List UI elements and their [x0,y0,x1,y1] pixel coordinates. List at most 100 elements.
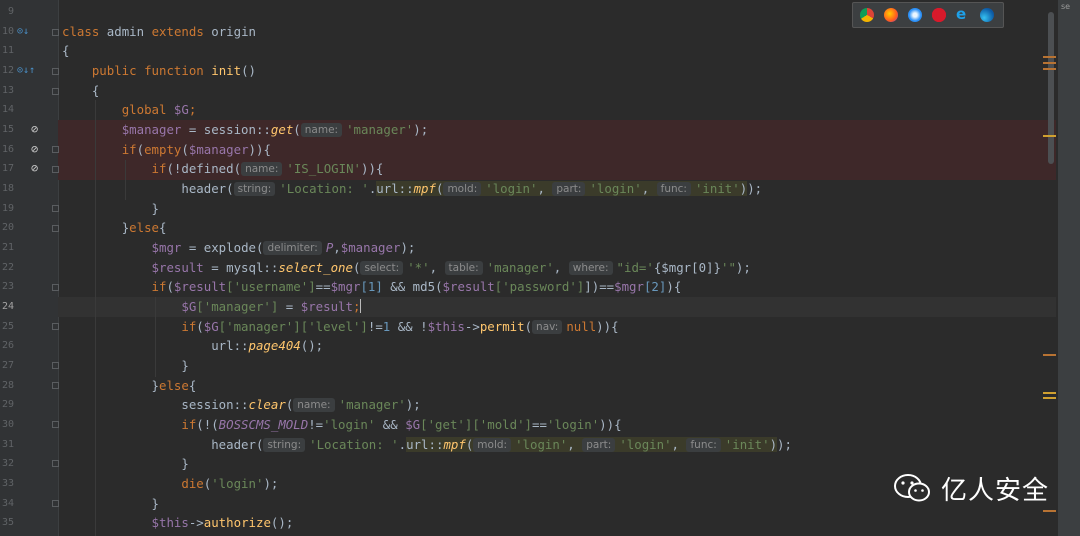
fold-marker-icon[interactable] [52,146,59,153]
line-number: 30 [1,419,14,430]
fold-marker-icon[interactable] [52,166,59,173]
code-line-21[interactable]: $mgr = explode(delimiter: P,$manager); [62,238,415,258]
code-line-15[interactable]: $manager = session::get(name:'manager'); [62,120,428,140]
right-tool-strip[interactable] [1057,0,1080,536]
warning-marker[interactable] [1043,510,1056,512]
edge-icon[interactable] [980,8,994,22]
line-number: 10 [1,26,14,37]
warning-marker[interactable] [1043,56,1056,58]
watermark: 亿人安全 [893,470,1049,506]
fold-marker-icon[interactable] [52,68,59,75]
browser-preview-toolbar: e [852,2,1004,28]
fold-marker-icon[interactable] [52,460,59,467]
line-number: 12 [1,65,14,76]
line-number: 33 [1,478,14,489]
code-line-22[interactable]: $result = mysql::select_one(select: '*', … [62,258,751,278]
line-number-current: 24 [1,301,14,312]
warning-marker[interactable] [1043,392,1056,394]
warning-marker[interactable] [1043,62,1056,64]
param-hint: nav: [532,320,563,334]
code-line-32[interactable]: } [62,454,188,474]
line-number: 23 [1,281,14,292]
disabled-breakpoint-icon[interactable]: ⊘ [31,162,38,174]
mpf-call-highlight: url::mpf(mold:'login', part:'login', fun… [376,181,748,196]
wechat-logo-icon [894,474,930,502]
line-number: 35 [1,517,14,528]
line-number: 26 [1,340,14,351]
line-number: 22 [1,262,14,273]
fold-marker-icon[interactable] [52,382,59,389]
line-number: 14 [1,104,14,115]
scrollbar-thumb[interactable] [1048,12,1054,164]
line-number: 31 [1,439,14,450]
code-line-28[interactable]: }else{ [62,376,197,396]
code-line-30[interactable]: if(!(BOSSCMS_MOLD!='login' && $G['get'][… [62,415,621,435]
code-line-18[interactable]: header(string: 'Location: '.url::mpf(mold… [62,179,762,199]
code-line-26[interactable]: url::page404(); [62,336,323,356]
line-number: 16 [1,144,14,155]
param-hint: delimiter: [263,241,322,255]
line-number: 32 [1,458,14,469]
line-number: 27 [1,360,14,371]
safari-icon[interactable] [908,8,922,22]
watermark-text: 亿人安全 [941,475,1050,506]
code-line-16[interactable]: if(empty($manager)){ [62,140,271,160]
param-hint: name: [300,123,343,137]
ie-icon[interactable]: e [956,7,970,22]
code-line-10[interactable]: class admin extends origin [62,22,256,42]
code-line-20[interactable]: }else{ [62,218,167,238]
fold-marker-icon[interactable] [52,225,59,232]
line-number: 19 [1,203,14,214]
code-line-24[interactable]: $G['manager'] = $result; [62,297,362,317]
param-hint: name: [241,162,283,176]
param-hint: name: [293,398,335,412]
param-hint: string: [233,182,276,196]
line-number: 17 [1,163,14,174]
line-number: 28 [1,380,14,391]
right-strip-label[interactable]: se [1061,2,1070,11]
code-line-25[interactable]: if($G['manager']['level']!=1 && !$this->… [62,317,619,337]
line-number: 29 [1,399,14,410]
code-line-29[interactable]: session::clear(name:'manager'); [62,395,421,415]
code-line-19[interactable]: } [62,199,159,219]
fold-marker-icon[interactable] [52,323,59,330]
disabled-breakpoint-icon[interactable]: ⊘ [31,143,38,155]
opera-icon[interactable] [932,8,946,22]
line-number: 20 [1,222,14,233]
code-line-27[interactable]: } [62,356,188,376]
mpf-call-highlight: url::mpf(mold:'login', part:'login', fun… [406,437,778,452]
code-line-23[interactable]: if($result['username']==$mgr[1] && md5($… [62,277,682,297]
text-caret [360,299,362,313]
fold-marker-icon[interactable] [52,205,59,212]
fold-marker-icon[interactable] [52,362,59,369]
warning-marker[interactable] [1043,354,1056,356]
fold-marker-icon[interactable] [52,284,59,291]
code-line-12[interactable]: public function init() [62,61,256,81]
line-number: 9 [7,6,14,17]
line-number: 25 [1,321,14,332]
code-line-34[interactable]: } [62,494,159,514]
warning-marker[interactable] [1043,68,1056,70]
firefox-icon[interactable] [884,8,898,22]
code-line-11[interactable]: { [62,41,69,61]
fold-marker-icon[interactable] [52,421,59,428]
code-line-31[interactable]: header(string: 'Location: '.url::mpf(mold… [62,435,792,455]
code-line-13[interactable]: { [62,81,99,101]
warning-marker[interactable] [1043,397,1056,399]
line-number: 15 [1,124,14,135]
disabled-breakpoint-icon[interactable]: ⊘ [31,123,38,135]
line-number: 18 [1,183,14,194]
line-number: 21 [1,242,14,253]
fold-marker-icon[interactable] [52,88,59,95]
override-marker-icon[interactable]: ⊙↓ [17,27,29,37]
code-line-14[interactable]: global $G; [62,100,197,120]
implements-marker-icon[interactable]: ⊙↓↑ [17,66,35,76]
warning-marker[interactable] [1043,135,1056,137]
line-number: 13 [1,85,14,96]
code-line-33[interactable]: die('login'); [62,474,278,494]
fold-marker-icon[interactable] [52,500,59,507]
chrome-icon[interactable] [860,8,874,22]
fold-marker-icon[interactable] [52,29,59,36]
code-line-35[interactable]: $this->authorize(); [62,513,294,533]
code-line-17[interactable]: if(!defined(name: 'IS_LOGIN')){ [62,159,383,179]
